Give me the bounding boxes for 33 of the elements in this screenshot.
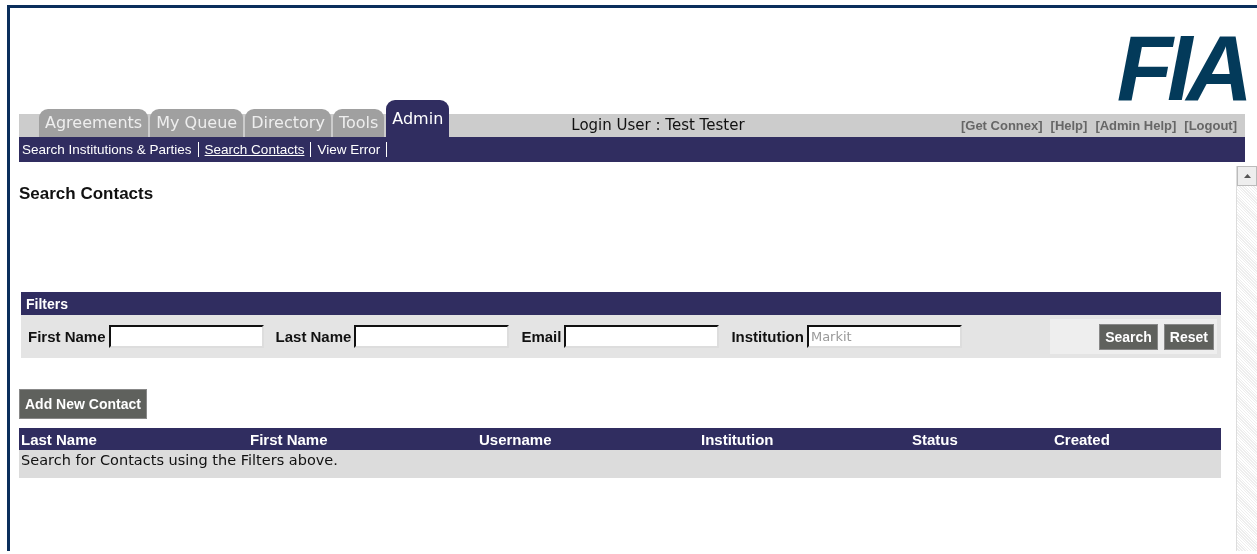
column-header[interactable]: First Name [248, 430, 477, 448]
input-field[interactable] [564, 325, 720, 348]
column-header[interactable]: Last Name [19, 430, 248, 448]
input-field[interactable] [354, 325, 510, 348]
input-field[interactable] [108, 325, 264, 348]
header-link[interactable]: [Logout] [1184, 118, 1237, 133]
login-user: Login User : Test Tester [571, 116, 745, 136]
scrollbar[interactable] [1236, 166, 1257, 551]
header-link[interactable]: [Help] [1050, 118, 1088, 133]
column-header[interactable]: Username [477, 430, 699, 448]
filters-header: Filters [21, 292, 1221, 315]
input-field[interactable]: Markit [806, 325, 962, 348]
subnav-link[interactable]: Search Institutions & Parties [22, 142, 192, 157]
subnav-link[interactable]: Search Contacts [204, 142, 305, 157]
add-contact-button[interactable]: Add New Contact [19, 389, 147, 419]
empty-message: Search for Contacts using the Filters above. [21, 452, 338, 468]
field-label: First Name [28, 328, 106, 345]
logo: FIA [1116, 32, 1247, 104]
column-header[interactable]: Status [910, 430, 1052, 448]
filter-button[interactable]: Search [1099, 323, 1158, 350]
scroll-up-button[interactable] [1237, 166, 1257, 186]
nav-tab[interactable]: Admin [386, 100, 450, 137]
field-label: Institution [731, 328, 804, 345]
column-header[interactable]: Created [1052, 430, 1221, 448]
subnav-link[interactable]: View Error [317, 142, 381, 157]
page-title: Search Contacts [19, 184, 155, 204]
header-link[interactable]: [Get Connex] [960, 118, 1043, 133]
filter-button[interactable]: Reset [1163, 323, 1214, 350]
column-header[interactable]: Institution [699, 430, 910, 448]
header-link[interactable]: [Admin Help] [1095, 118, 1177, 133]
field-label: Last Name [275, 328, 352, 345]
up-arrow-icon [1243, 174, 1251, 178]
field-label: Email [521, 328, 562, 345]
